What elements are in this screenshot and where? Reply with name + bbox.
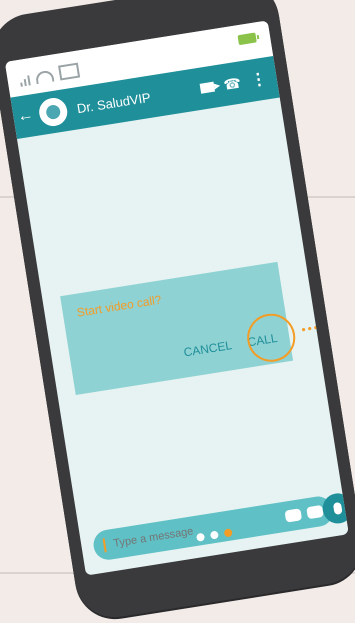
mail-icon [58,62,81,81]
video-call-icon[interactable] [199,81,215,94]
phone-icon[interactable]: ☎ [222,74,242,94]
attachment-icon[interactable] [284,508,303,523]
phone-screen: ← Dr. SaludVIP ☎ ⋮ Start video call? CAN… [4,20,349,576]
status-icons [19,62,81,87]
phone-mockup: ← Dr. SaludVIP ☎ ⋮ Start video call? CAN… [0,0,355,623]
wifi-icon [34,69,55,85]
signal-icon [19,75,31,87]
video-call-dialog: Start video call? CANCEL CALL •••• [60,261,327,396]
back-arrow-icon[interactable]: ← [12,106,39,128]
avatar-icon [34,93,72,131]
battery-icon [237,32,257,46]
mic-icon [332,501,343,515]
call-highlight-ring [243,310,299,366]
message-input[interactable] [110,510,281,552]
cancel-button[interactable]: CANCEL [183,338,233,359]
text-cursor [102,538,107,553]
header-actions: ☎ ⋮ [198,68,268,98]
page-dot [209,530,219,540]
page-dot-active [223,528,233,538]
page-dot [195,532,206,542]
dialog-title: Start video call? [75,292,163,320]
avatar-image [45,104,62,121]
camera-icon[interactable] [306,504,324,520]
more-vert-icon[interactable]: ⋮ [249,68,268,90]
chat-title: Dr. SaludVIP [75,89,152,116]
